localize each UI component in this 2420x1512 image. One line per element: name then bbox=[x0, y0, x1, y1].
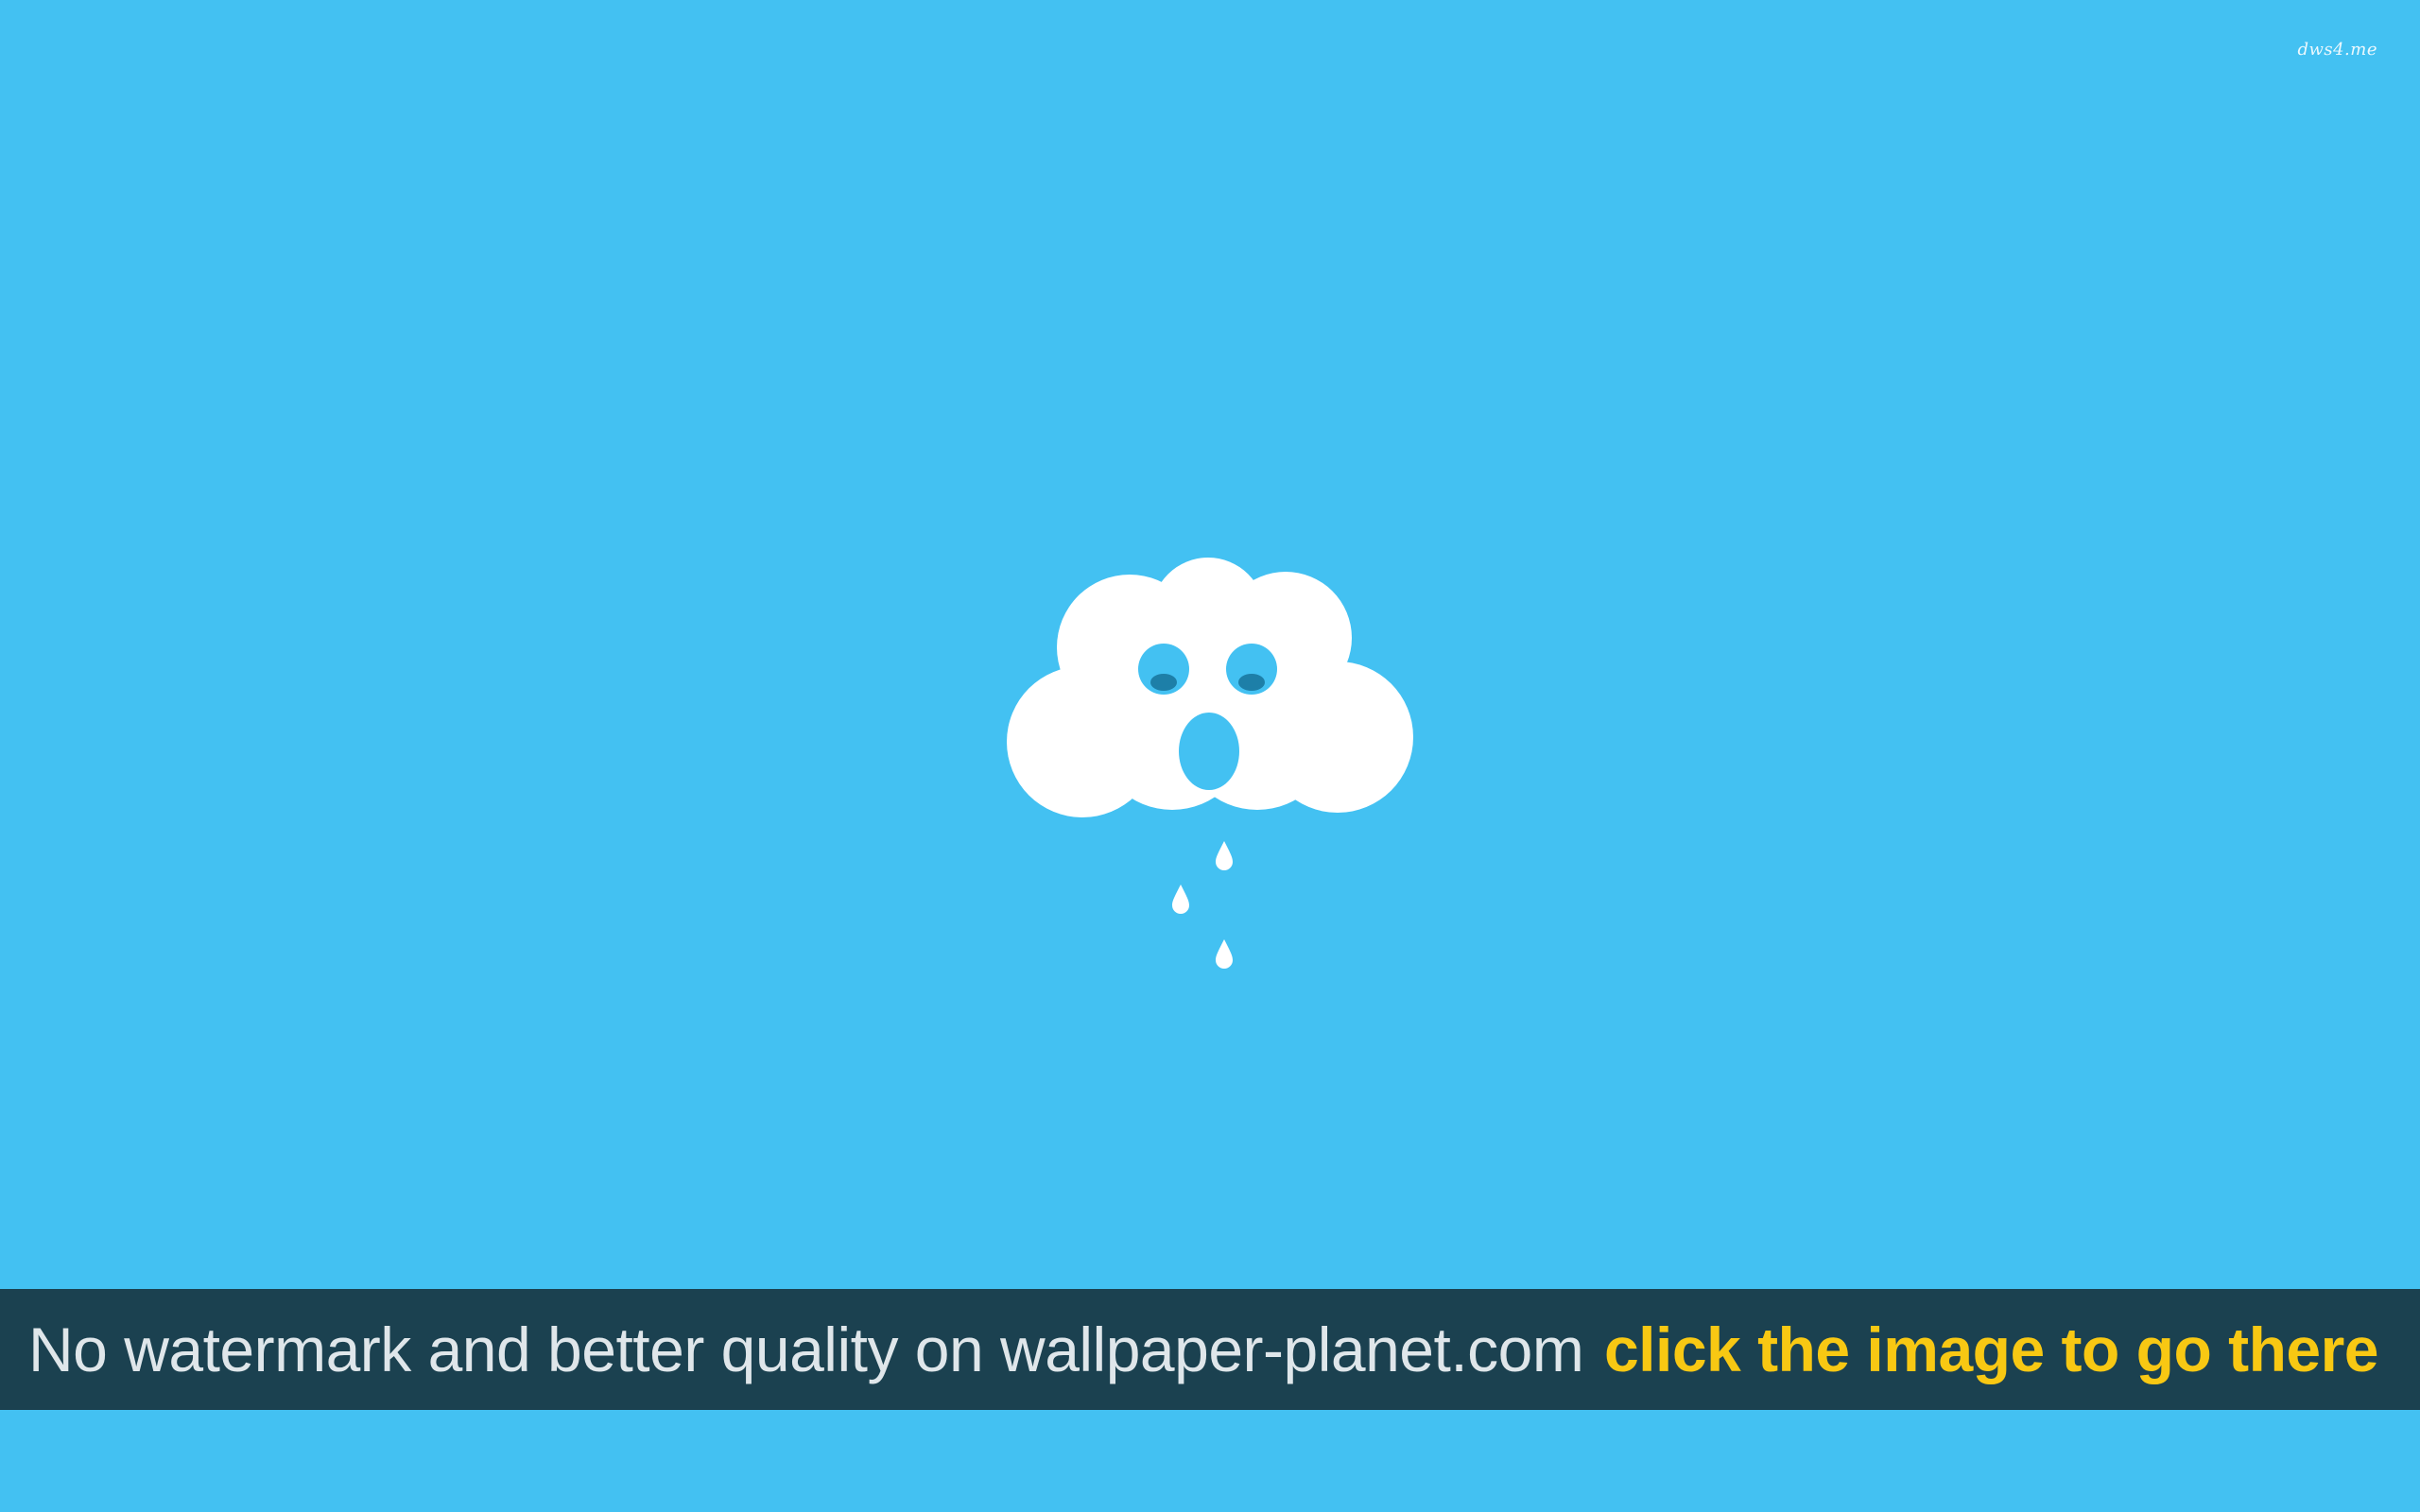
cloud-eye-left bbox=[1138, 644, 1189, 695]
promo-cta-link[interactable]: click the image to go there bbox=[1604, 1289, 2379, 1410]
crying-cloud-icon bbox=[997, 539, 1423, 983]
cloud-mouth bbox=[1179, 713, 1239, 790]
promo-message[interactable]: No watermark and better quality on wallp… bbox=[28, 1289, 1584, 1410]
watermark-text: dws4.me bbox=[2297, 40, 2377, 60]
cloud-eye-right bbox=[1226, 644, 1277, 695]
raindrop-icon bbox=[1216, 841, 1233, 870]
raindrop-icon bbox=[1172, 885, 1189, 914]
promo-banner[interactable]: No watermark and better quality on wallp… bbox=[0, 1289, 2420, 1410]
raindrop-icon bbox=[1216, 939, 1233, 969]
wallpaper-canvas[interactable]: dws4.me No watermark and better quality … bbox=[0, 0, 2420, 1512]
